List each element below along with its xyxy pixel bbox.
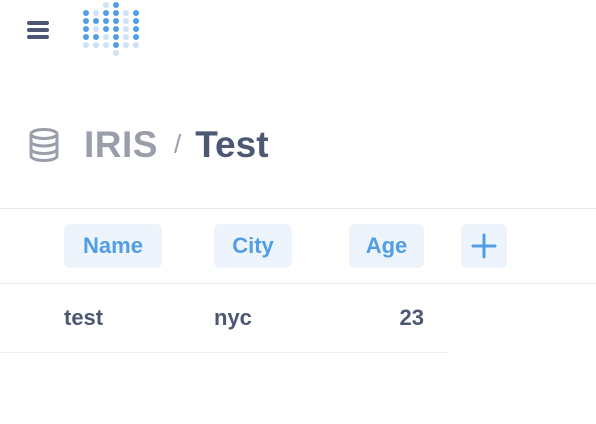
plus-icon [471, 233, 497, 259]
logo-dot [83, 10, 89, 16]
page-title: Test [195, 124, 269, 165]
logo-dot [113, 18, 119, 24]
logo-dot [113, 2, 119, 8]
logo-dot [113, 42, 119, 48]
add-column-button[interactable] [461, 224, 507, 268]
logo-dot [123, 10, 129, 16]
column-header-name[interactable]: Name [64, 224, 162, 268]
logo-dot [93, 10, 99, 16]
logo-dot [103, 42, 109, 48]
logo-dot [113, 26, 119, 32]
logo-dot [123, 18, 129, 24]
breadcrumb-separator: / [173, 128, 182, 159]
logo-dot [123, 26, 129, 32]
logo-dot [103, 26, 109, 32]
divider [0, 208, 596, 209]
breadcrumb: IRIS / Test [26, 120, 269, 170]
logo-dot [133, 18, 139, 24]
table-cell-age[interactable]: 23 [349, 300, 424, 336]
logo-dot [133, 42, 139, 48]
logo-dot [83, 34, 89, 40]
logo-dot [93, 34, 99, 40]
table-cell-city[interactable]: nyc [214, 300, 252, 336]
logo-dot [113, 34, 119, 40]
logo-dot [103, 18, 109, 24]
logo-dot [113, 50, 119, 56]
logo-dot [93, 18, 99, 24]
page: IRIS / Test Name City Age test nyc 23 [0, 0, 596, 424]
logo-dot [93, 42, 99, 48]
logo-dot [83, 42, 89, 48]
row-divider [0, 283, 596, 284]
logo-dot [113, 10, 119, 16]
logo-dot [93, 26, 99, 32]
logo-dot [103, 2, 109, 8]
table-cell-name[interactable]: test [64, 300, 103, 336]
logo-dot [103, 34, 109, 40]
logo-dot [133, 34, 139, 40]
logo-dot [83, 18, 89, 24]
logo-dot [123, 34, 129, 40]
logo-dot [103, 10, 109, 16]
database-icon [29, 128, 59, 163]
logo-dot [123, 42, 129, 48]
column-header-age[interactable]: Age [349, 224, 424, 268]
dotted-logo-icon[interactable] [81, 0, 141, 62]
hamburger-menu-icon[interactable] [24, 16, 52, 44]
breadcrumb-database[interactable]: IRIS [84, 124, 158, 166]
column-header-city[interactable]: City [214, 224, 292, 268]
logo-dot [133, 10, 139, 16]
logo-dot [133, 26, 139, 32]
logo-dot [83, 26, 89, 32]
row-divider [0, 352, 448, 353]
